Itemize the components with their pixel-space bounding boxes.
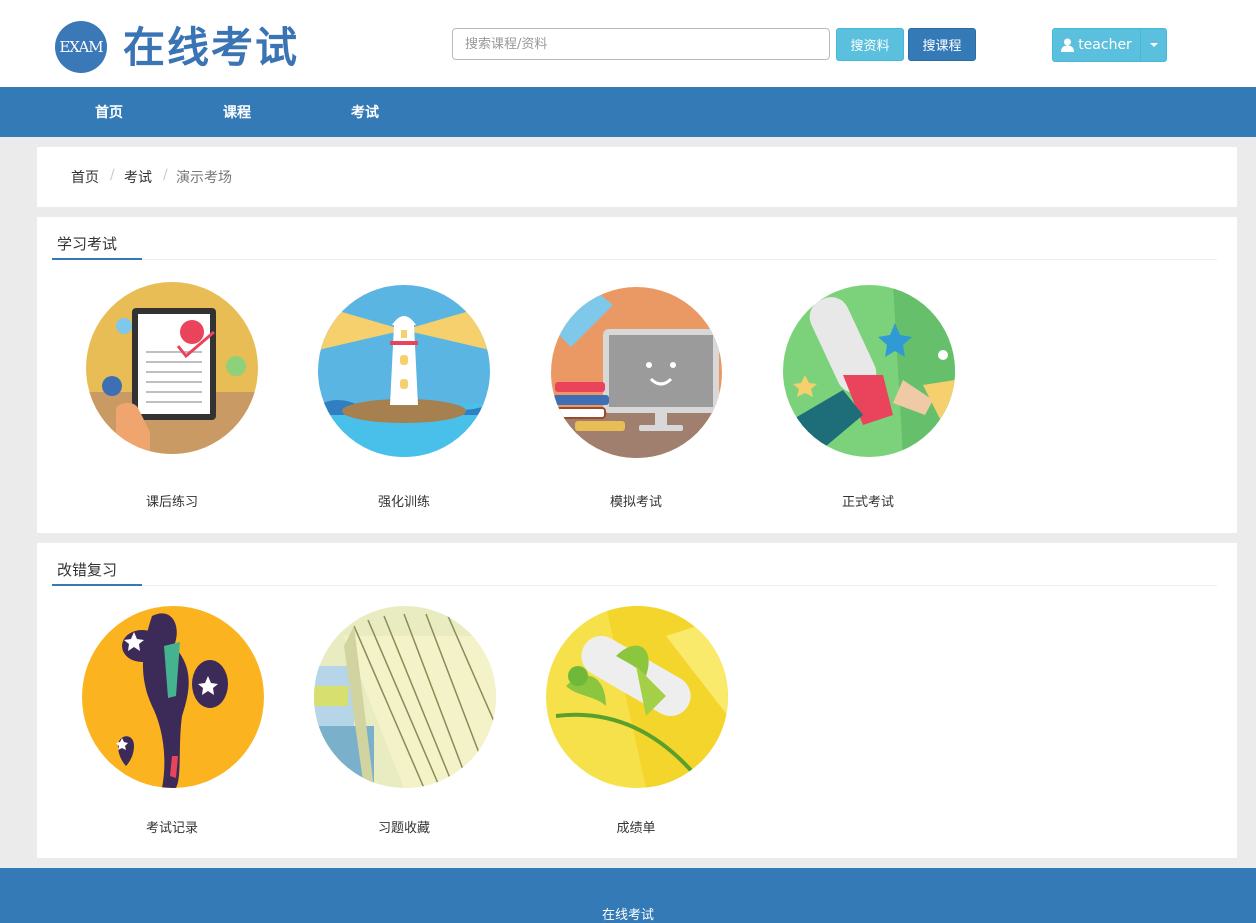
search-materials-button[interactable]: 搜资料 [836, 28, 904, 61]
breadcrumb-exams[interactable]: 考试 [124, 167, 152, 187]
tile-label[interactable]: 正式考试 [768, 491, 968, 510]
section-title: 学习考试 [57, 235, 118, 253]
tile-label[interactable]: 习题收藏 [304, 817, 504, 836]
nav-item-courses[interactable]: 课程 [223, 87, 251, 137]
search-courses-button[interactable]: 搜课程 [908, 28, 976, 61]
user-main[interactable]: teacher [1053, 29, 1140, 61]
review-section: 改错复习 考试记录 习题收藏 成绩单 [37, 543, 1237, 858]
tile-label[interactable]: 强化训练 [304, 491, 504, 510]
breadcrumb: 首页 / 考试 / 演示考场 [37, 147, 1237, 207]
user-name: teacher [1078, 37, 1132, 53]
breadcrumb-current: 演示考场 [176, 170, 232, 186]
mock-exam-image[interactable] [551, 287, 722, 458]
user-menu-button[interactable]: teacher [1052, 28, 1167, 62]
chevron-down-icon [1149, 43, 1158, 47]
section-underline [52, 584, 142, 586]
breadcrumb-home[interactable]: 首页 [71, 167, 99, 187]
intensive-training-image[interactable] [318, 285, 490, 457]
question-favorites-image[interactable] [314, 606, 496, 788]
section-title: 改错复习 [57, 561, 118, 579]
study-exam-section: 学习考试 课后练习 强化训练 模拟考试 正式考试 [37, 217, 1237, 533]
section-divider [52, 259, 1217, 260]
homework-practice-image[interactable] [86, 282, 258, 454]
user-icon [1061, 38, 1075, 52]
breadcrumb-separator: / [163, 167, 168, 183]
section-underline [52, 258, 142, 260]
nav-item-exams[interactable]: 考试 [351, 87, 379, 137]
user-dropdown-toggle[interactable] [1140, 29, 1166, 61]
search-input[interactable] [452, 28, 830, 60]
tile-label[interactable]: 课后练习 [72, 491, 272, 510]
header: EXAM 在线考试 搜资料 搜课程 teacher [0, 0, 1256, 87]
section-divider [52, 585, 1217, 586]
exam-records-image[interactable] [82, 606, 264, 788]
main-nav: 首页 课程 考试 [0, 87, 1256, 137]
breadcrumb-separator: / [110, 167, 115, 183]
tile-label[interactable]: 模拟考试 [536, 491, 736, 510]
tile-label[interactable]: 成绩单 [536, 817, 736, 836]
footer: 在线考试 [0, 868, 1256, 923]
logo-badge[interactable]: EXAM [55, 21, 107, 73]
transcript-image[interactable] [546, 606, 728, 788]
logo-title[interactable]: 在线考试 [123, 20, 299, 76]
nav-item-home[interactable]: 首页 [95, 87, 123, 137]
formal-exam-image[interactable] [783, 285, 955, 457]
footer-text: 在线考试 [601, 908, 654, 923]
tile-label[interactable]: 考试记录 [72, 817, 272, 836]
